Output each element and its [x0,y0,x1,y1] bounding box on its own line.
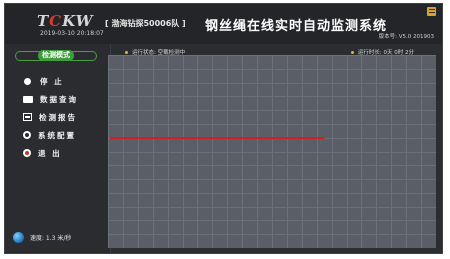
speed-display: 速度: 1.3 米/秒 [13,232,71,243]
config-icon [23,131,31,139]
mode-label: 检测模式 [38,50,74,61]
version-label: 版本号: V5.0 201903 [378,34,434,40]
stop-icon [24,77,31,85]
globe-icon [13,232,24,243]
status-dot-icon [125,51,128,54]
stop-label: 停 止 [40,76,64,86]
sidebar-menu: 停 止 数据查询 检测报告 系统配置 退 出 [23,72,107,162]
data-query-button[interactable]: 数据查询 [23,90,107,108]
stop-button[interactable]: 停 止 [23,72,107,90]
config-label: 系统配置 [38,130,76,140]
query-icon [23,95,33,103]
report-icon [23,113,32,121]
report-button[interactable]: 检测报告 [23,108,107,126]
signal-chart [108,55,436,248]
top-bar: TCKW 2019-03-10 20:18:07 [ 渤海钻探50006队 ] … [5,4,442,44]
app-logo: TCKW [37,12,94,30]
data-query-label: 数据查询 [40,94,78,104]
sidebar: 检测模式 停 止 数据查询 检测报告 系统配置 退 出 速度: 1.3 米/秒 [5,44,111,253]
page-title: 钢丝绳在线实时自动监测系统 [205,19,388,34]
datetime-display: 2019-03-10 20:18:07 [40,30,104,37]
exit-label: 退 出 [38,148,62,158]
team-label: [ 渤海钻探50006队 ] [105,19,186,28]
hamburger-menu-icon[interactable] [427,7,436,16]
mode-toggle[interactable]: 检测模式 [15,50,97,61]
exit-button[interactable]: 退 出 [23,144,107,162]
config-button[interactable]: 系统配置 [23,126,107,144]
speed-value: 速度: 1.3 米/秒 [30,235,72,242]
signal-chart-svg [108,55,436,248]
status-dot-icon [350,51,354,54]
exit-icon [23,149,31,157]
report-label: 检测报告 [39,112,77,122]
